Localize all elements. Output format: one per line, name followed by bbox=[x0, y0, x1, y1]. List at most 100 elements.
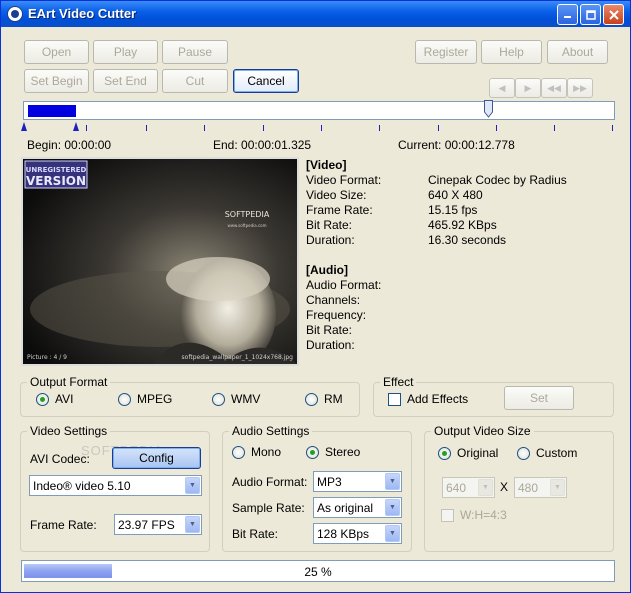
radio-icon bbox=[517, 446, 530, 460]
format-avi-radio[interactable]: AVI bbox=[36, 392, 73, 406]
app-window: EArt Video Cutter Open Play Pause Regist… bbox=[0, 0, 631, 593]
previous-frame-button[interactable]: ◀ bbox=[489, 78, 515, 98]
size-custom-label: Custom bbox=[536, 446, 578, 460]
width-value: 640 bbox=[446, 480, 467, 495]
radio-icon bbox=[212, 392, 225, 406]
frame-rate-value: 15.15 fps bbox=[428, 203, 478, 217]
watermark-top: UNREGISTERED bbox=[26, 166, 87, 174]
play-button[interactable]: Play bbox=[93, 40, 158, 64]
video-codec-value: Indeo® video 5.10 bbox=[33, 478, 131, 493]
cancel-button[interactable]: Cancel bbox=[233, 69, 299, 93]
close-button[interactable] bbox=[603, 4, 624, 25]
width-select[interactable]: 640 ▼ bbox=[442, 477, 495, 498]
bit-rate-label: Bit Rate: bbox=[306, 218, 353, 232]
height-value: 480 bbox=[518, 480, 539, 495]
timeline-track[interactable] bbox=[23, 100, 615, 120]
title-bar[interactable]: EArt Video Cutter bbox=[1, 1, 630, 27]
pause-button[interactable]: Pause bbox=[162, 40, 228, 64]
size-custom-radio[interactable]: Custom bbox=[517, 446, 577, 460]
begin-label: Begin: bbox=[27, 138, 62, 152]
bit-rate-value: 465.92 KBps bbox=[428, 218, 497, 232]
timeline-tick bbox=[438, 125, 439, 131]
add-effects-checkbox[interactable]: Add Effects bbox=[388, 392, 468, 406]
sample-rate-label: Sample Rate: bbox=[232, 501, 305, 515]
timeline-tick bbox=[204, 125, 205, 131]
format-mpeg-label: MPEG bbox=[137, 392, 173, 406]
mono-radio[interactable]: Mono bbox=[232, 445, 281, 459]
timeline-tick bbox=[379, 125, 380, 131]
next-frame-button[interactable]: ▶ bbox=[515, 78, 541, 98]
audio-bit-rate-select[interactable]: 128 KBps ▼ bbox=[313, 523, 402, 544]
timeline-tick bbox=[612, 125, 613, 131]
rewind-button[interactable]: ◀◀ bbox=[541, 78, 567, 98]
help-button[interactable]: Help bbox=[481, 40, 542, 64]
open-button[interactable]: Open bbox=[24, 40, 89, 64]
aspect-ratio-checkbox[interactable]: W:H=4:3 bbox=[441, 508, 507, 522]
audio-format-select[interactable]: MP3 ▼ bbox=[313, 471, 402, 492]
video-info-labels: Video Format: Video Size: Frame Rate: Bi… bbox=[306, 173, 381, 248]
duration-label: Duration: bbox=[306, 233, 355, 247]
size-original-label: Original bbox=[457, 446, 499, 460]
video-size-label: Video Size: bbox=[306, 188, 367, 202]
duration-value: 16.30 seconds bbox=[428, 233, 507, 247]
sample-rate-value: As original bbox=[317, 500, 374, 515]
progress-text: 25 % bbox=[304, 565, 332, 579]
effect-set-button[interactable]: Set bbox=[504, 386, 574, 410]
video-size-value: 640 X 480 bbox=[428, 188, 483, 202]
stereo-radio[interactable]: Stereo bbox=[306, 445, 360, 459]
next-icon: ▶ bbox=[524, 82, 532, 93]
height-select[interactable]: 480 ▼ bbox=[514, 477, 567, 498]
config-button[interactable]: Config bbox=[112, 447, 201, 469]
audio-bit-rate-setting-label: Bit Rate: bbox=[232, 527, 279, 541]
fast-forward-button[interactable]: ▶▶ bbox=[567, 78, 593, 98]
sample-rate-select[interactable]: As original ▼ bbox=[313, 497, 402, 518]
video-info-values: Cinepak Codec by Radius 640 X 480 15.15 … bbox=[428, 173, 567, 248]
set-end-button[interactable]: Set End bbox=[93, 69, 158, 93]
format-rm-radio[interactable]: RM bbox=[305, 392, 343, 406]
end-label: End: bbox=[213, 138, 238, 152]
set-begin-button[interactable]: Set Begin bbox=[24, 69, 89, 93]
chevron-down-icon: ▼ bbox=[185, 477, 200, 494]
output-size-legend: Output Video Size bbox=[434, 424, 531, 438]
minimize-button[interactable] bbox=[557, 4, 578, 25]
frame-rate-label: Frame Rate: bbox=[306, 203, 373, 217]
end-marker[interactable] bbox=[73, 122, 79, 131]
begin-time: Begin: 00:00:00 bbox=[27, 138, 111, 152]
progress-bar: 25 % bbox=[21, 560, 615, 582]
softpedia-brand: SOFTPEDIA bbox=[225, 210, 270, 219]
size-original-radio[interactable]: Original bbox=[438, 446, 498, 460]
frequency-label: Frequency: bbox=[306, 308, 367, 322]
cut-button[interactable]: Cut bbox=[162, 69, 228, 93]
radio-selected-icon bbox=[438, 446, 451, 460]
size-x-label: X bbox=[500, 480, 509, 494]
video-codec-select[interactable]: Indeo® video 5.10 ▼ bbox=[29, 475, 202, 496]
chevron-down-icon: ▼ bbox=[385, 499, 400, 516]
video-frame-rate-select[interactable]: 23.97 FPS ▼ bbox=[114, 514, 202, 535]
video-info-heading: [Video] bbox=[306, 158, 347, 172]
timeline-tick bbox=[496, 125, 497, 131]
timeline-thumb[interactable] bbox=[484, 100, 493, 118]
video-format-label: Video Format: bbox=[306, 173, 382, 187]
close-icon bbox=[608, 9, 619, 20]
audio-format-label: Audio Format: bbox=[306, 278, 382, 292]
register-button[interactable]: Register bbox=[415, 40, 477, 64]
about-button[interactable]: About bbox=[547, 40, 608, 64]
radio-selected-icon bbox=[306, 445, 319, 459]
format-wmv-radio[interactable]: WMV bbox=[212, 392, 260, 406]
audio-info-labels: Audio Format: Channels: Frequency: Bit R… bbox=[306, 278, 381, 353]
chevron-down-icon: ▼ bbox=[478, 479, 493, 496]
maximize-button[interactable] bbox=[580, 4, 601, 25]
picture-caption: Picture : 4 / 9 bbox=[27, 354, 67, 361]
format-mpeg-radio[interactable]: MPEG bbox=[118, 392, 172, 406]
end-time: End: 00:00:01.325 bbox=[213, 138, 311, 152]
stereo-label: Stereo bbox=[325, 445, 361, 459]
chevron-down-icon: ▼ bbox=[550, 479, 565, 496]
add-effects-label: Add Effects bbox=[407, 392, 469, 406]
audio-settings-legend: Audio Settings bbox=[232, 424, 310, 438]
minimize-icon bbox=[564, 16, 571, 18]
begin-marker[interactable] bbox=[21, 122, 27, 131]
window-title: EArt Video Cutter bbox=[28, 6, 137, 21]
format-rm-label: RM bbox=[324, 392, 343, 406]
radio-selected-icon bbox=[36, 392, 49, 406]
checkbox-icon bbox=[441, 508, 454, 522]
